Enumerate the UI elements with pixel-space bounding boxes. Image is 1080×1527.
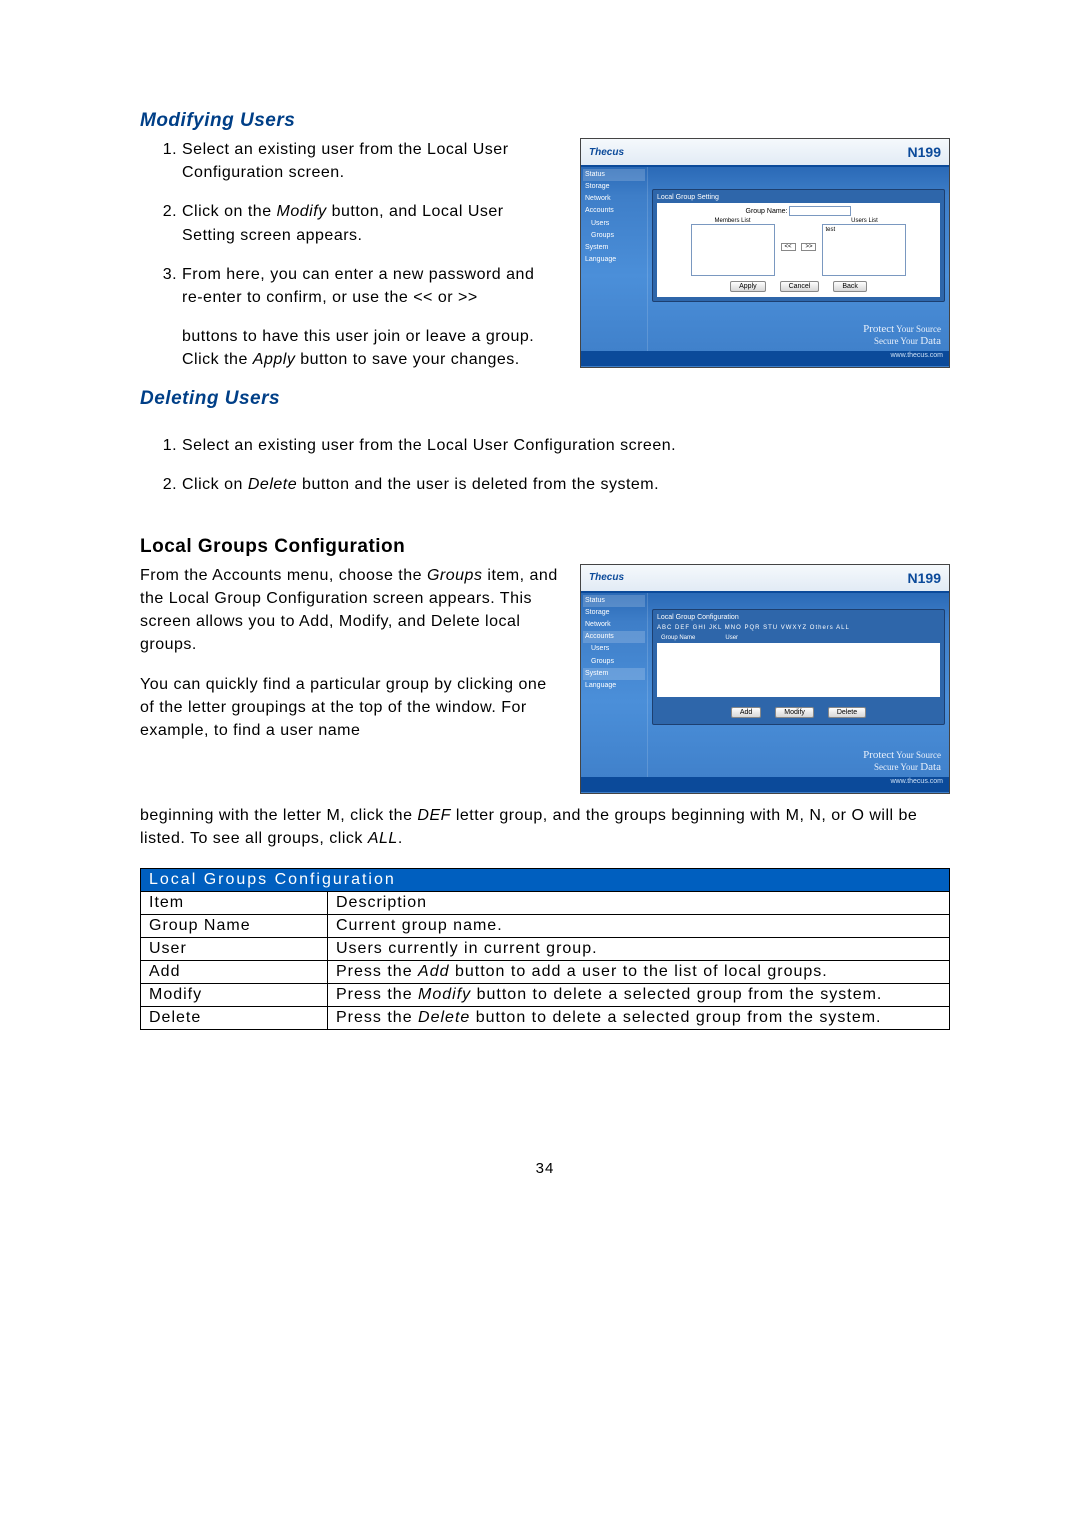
nav-network: Network — [583, 193, 645, 205]
apply-button[interactable]: Apply — [730, 281, 766, 292]
th-item: Item — [141, 892, 328, 915]
cell-add-desc: Press the Add button to add a user to th… — [328, 961, 950, 984]
cell-groupname-desc: Current group name. — [328, 915, 950, 938]
section-modifying-users: Modifying Users Thecus N199 Status Stora… — [140, 110, 950, 372]
groupname-row: Group Name: — [660, 206, 937, 216]
table-title: Local Groups Configuration — [141, 869, 950, 892]
arrow-left-icon[interactable]: << — [781, 243, 796, 251]
panel-inner: Group Name: Members List << — [657, 203, 940, 297]
groupname-label: Group Name: — [746, 208, 788, 215]
cell-add: Add — [141, 961, 328, 984]
nav2-language: Language — [583, 680, 645, 692]
cell-delete: Delete — [141, 1007, 328, 1030]
nav2-accounts: Accounts — [583, 631, 645, 643]
col-user: User — [725, 635, 738, 641]
thumb-header: Thecus N199 — [581, 139, 949, 165]
screenshot-local-group-setting: Thecus N199 Status Storage Network Accou… — [580, 138, 950, 368]
thumb-footer: Protect Your Source Secure Your Data — [863, 323, 941, 347]
thumb-url: www.thecus.com — [581, 351, 949, 366]
nav2-groups: Groups — [583, 656, 645, 668]
nav-accounts: Accounts — [583, 205, 645, 217]
thumb-main: Local Group Setting Group Name: Members … — [648, 167, 949, 351]
add-button[interactable]: Add — [731, 707, 761, 718]
thumb-model: N199 — [908, 144, 941, 160]
heading-modifying-users: Modifying Users — [140, 110, 950, 132]
del-step-2: Click on Delete button and the user is d… — [182, 473, 950, 496]
users-col: Users List test — [822, 218, 906, 276]
back-button[interactable]: Back — [833, 281, 867, 292]
screenshot-local-group-config: Thecus N199 Status Storage Network Accou… — [580, 564, 950, 794]
s3-para-3: beginning with the letter M, click the D… — [140, 804, 950, 850]
thumb2-url: www.thecus.com — [581, 777, 949, 792]
spacer — [652, 171, 945, 189]
thumb2-main: Local Group Configuration ABC DEF GHI JK… — [648, 593, 949, 777]
modify-button[interactable]: Modify — [775, 707, 814, 718]
cell-delete-desc: Press the Delete button to delete a sele… — [328, 1007, 950, 1030]
nav2-storage: Storage — [583, 607, 645, 619]
nav-status: Status — [583, 169, 645, 181]
members-col: Members List — [691, 218, 775, 276]
nav-groups: Groups — [583, 230, 645, 242]
letter-filter-bar[interactable]: ABC DEF GHI JKL MNO PQR STU VWXYZ Others… — [657, 623, 940, 633]
nav2-system: System — [583, 668, 645, 680]
panel-local-group-setting: Local Group Setting Group Name: Members … — [652, 189, 945, 302]
heading-local-groups: Local Groups Configuration — [140, 536, 950, 558]
arrows-col: << >> — [779, 243, 819, 251]
nav2-status: Status — [583, 595, 645, 607]
table-local-groups-config: Local Groups Configuration Item Descript… — [140, 868, 950, 1030]
panel-buttons: Apply Cancel Back — [660, 279, 937, 294]
thumb2-sidebar: Status Storage Network Accounts Users Gr… — [581, 593, 648, 777]
thumb2-model: N199 — [908, 570, 941, 586]
section-deleting-users: Deleting Users Select an existing user f… — [140, 388, 950, 496]
thumb2-logo: Thecus — [589, 572, 624, 583]
cell-modify: Modify — [141, 984, 328, 1007]
thumb2-footer: Protect Your Source Secure Your Data — [863, 749, 941, 773]
nav-language: Language — [583, 254, 645, 266]
nav-storage: Storage — [583, 181, 645, 193]
th-desc: Description — [328, 892, 950, 915]
panel-title: Local Group Setting — [657, 194, 940, 201]
thumb-1: Thecus N199 Status Storage Network Accou… — [580, 138, 950, 368]
thumb-2: Thecus N199 Status Storage Network Accou… — [580, 564, 950, 794]
page-number: 34 — [140, 1160, 950, 1177]
cell-groupname: Group Name — [141, 915, 328, 938]
steps-deleting-users: Select an existing user from the Local U… — [182, 434, 950, 496]
thumb2-header: Thecus N199 — [581, 565, 949, 591]
cancel-button[interactable]: Cancel — [780, 281, 820, 292]
grid-body — [657, 643, 940, 697]
cell-user-desc: Users currently in current group. — [328, 938, 950, 961]
thumb-logo: Thecus — [589, 147, 624, 158]
thumb-sidebar: Status Storage Network Accounts Users Gr… — [581, 167, 648, 351]
panel-local-group-config: Local Group Configuration ABC DEF GHI JK… — [652, 609, 945, 725]
del-step-1: Select an existing user from the Local U… — [182, 434, 950, 457]
lists-row: Members List << >> Users List — [660, 218, 937, 276]
panel2-buttons: Add Modify Delete — [657, 705, 940, 720]
groupname-input[interactable] — [789, 206, 851, 216]
members-list[interactable] — [691, 224, 775, 276]
users-list[interactable]: test — [822, 224, 906, 276]
heading-deleting-users: Deleting Users — [140, 388, 950, 410]
col-group-name: Group Name — [661, 635, 695, 641]
cell-user: User — [141, 938, 328, 961]
arrow-right-icon[interactable]: >> — [801, 243, 816, 251]
page: Modifying Users Thecus N199 Status Stora… — [0, 0, 1080, 1237]
spacer2 — [652, 597, 945, 609]
panel2-title: Local Group Configuration — [657, 614, 940, 621]
section-local-groups-config: Local Groups Configuration Thecus N199 S… — [140, 536, 950, 1030]
nav2-users: Users — [583, 643, 645, 655]
nav-system: System — [583, 242, 645, 254]
nav-users: Users — [583, 218, 645, 230]
thumb2-body: Status Storage Network Accounts Users Gr… — [581, 593, 949, 777]
delete-button[interactable]: Delete — [828, 707, 866, 718]
grid-header: Group Name User — [657, 633, 940, 643]
thumb-body: Status Storage Network Accounts Users Gr… — [581, 167, 949, 351]
cell-modify-desc: Press the Modify button to delete a sele… — [328, 984, 950, 1007]
nav2-network: Network — [583, 619, 645, 631]
